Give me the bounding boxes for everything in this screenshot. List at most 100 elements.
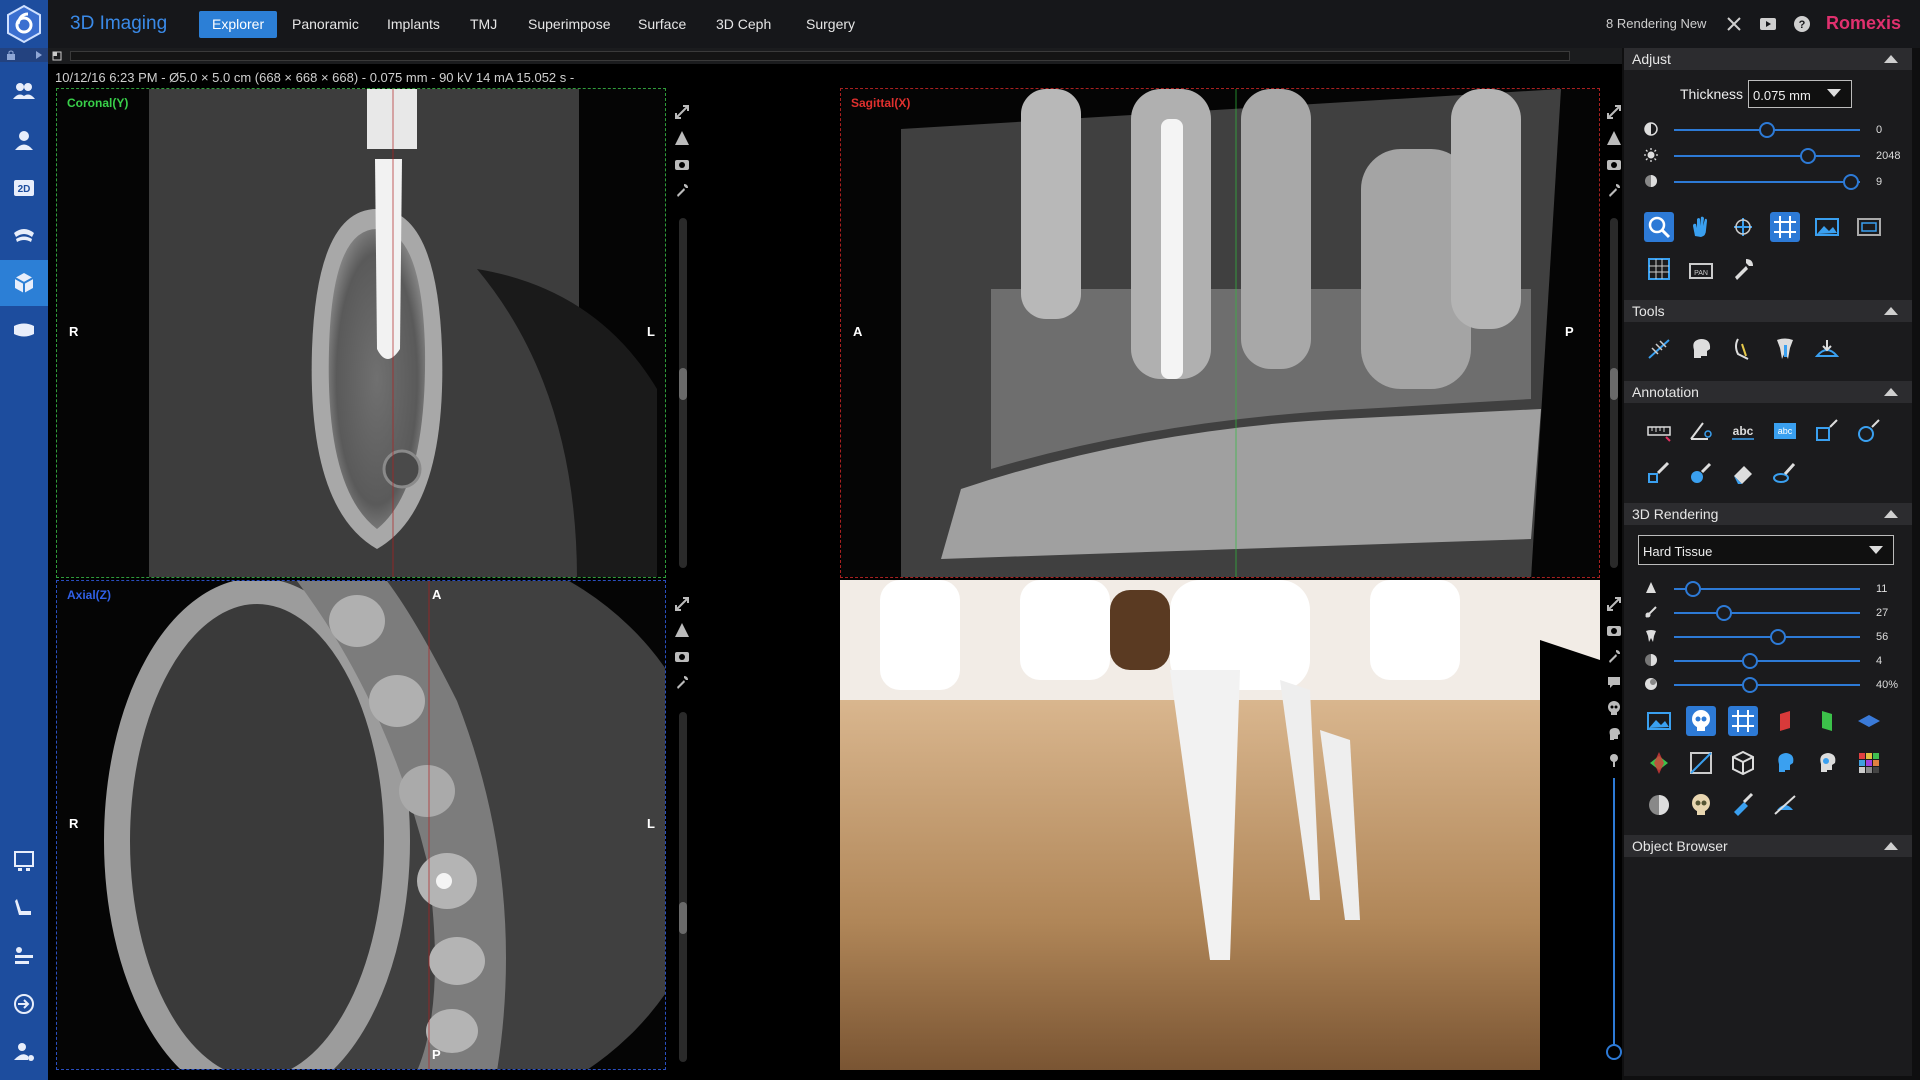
crosshair-tool-button[interactable] [1770,212,1800,242]
rendering-section-header[interactable]: 3D Rendering [1624,503,1912,525]
3d-render-view[interactable] [840,580,1600,1070]
sidebar-item-2d[interactable]: 2D [0,165,48,211]
warning-icon[interactable] [674,622,690,638]
layout-icon[interactable] [52,51,62,61]
tab-surface[interactable]: Surface [625,11,699,38]
speech-bubble-icon[interactable] [1606,674,1622,690]
render-palette-button[interactable] [1854,748,1884,778]
tools-section-header[interactable]: Tools [1624,300,1912,322]
settings-tool-button[interactable] [1728,254,1758,284]
sharpen-slider-knob[interactable] [1842,174,1859,190]
tab-explorer[interactable]: Explorer [199,11,278,38]
sidebar-item-user-settings[interactable] [0,1029,48,1075]
camera-icon[interactable] [1606,156,1622,172]
axial-slice-scrollbar[interactable] [679,712,687,1062]
camera-icon[interactable] [1606,622,1622,638]
render-tooth-slider[interactable]: 56 [1644,627,1904,647]
render-scalpel-button[interactable] [1728,790,1758,820]
skull-icon[interactable] [1606,700,1622,716]
render-red-plane-button[interactable] [1770,706,1800,736]
tab-panoramic[interactable]: Panoramic [279,11,372,38]
wrench-icon[interactable] [674,182,690,198]
maximize-icon[interactable] [674,596,690,612]
sidebar-item-patient-info[interactable] [0,117,48,163]
sidebar-item-face[interactable] [0,307,48,353]
render-transparency-track[interactable] [1674,684,1860,686]
close-icon[interactable] [1724,14,1744,34]
circle-button[interactable] [1854,416,1884,446]
tab-implants[interactable]: Implants [374,11,453,38]
eraser-button[interactable] [1728,458,1758,488]
render-tooth-knob[interactable] [1770,629,1787,645]
sidebar-item-3d[interactable] [0,260,48,306]
brightness-slider[interactable]: 2048 [1644,146,1904,166]
tab-3d-ceph[interactable]: 3D Ceph [703,11,784,38]
brightness-slider-track[interactable] [1674,155,1860,157]
marker-button[interactable] [1686,458,1716,488]
thickness-dropdown[interactable]: 0.075 mm [1748,80,1852,108]
collapse-arrow-icon[interactable] [1884,842,1898,850]
render-skull-color-button[interactable] [1686,790,1716,820]
rectangle-button[interactable] [1812,416,1842,446]
rotate-tool-button[interactable] [1728,212,1758,242]
sidebar-item-import[interactable] [0,981,48,1027]
text-annotation-button[interactable]: abc [1728,416,1758,446]
camera-icon[interactable] [674,156,690,172]
sagittal-scroll-thumb[interactable] [1610,368,1618,400]
render-axes-button[interactable] [1644,748,1674,778]
head-profile-icon[interactable] [1606,726,1622,742]
tab-surgery[interactable]: Surgery [793,11,868,38]
camera-icon[interactable] [674,648,690,664]
frame-tool-button[interactable] [1854,212,1884,242]
slice-scroll-bar[interactable] [70,51,1570,61]
wrench-icon[interactable] [1606,182,1622,198]
freehand-button[interactable] [1644,458,1674,488]
video-icon[interactable] [1758,14,1778,34]
lock-icon[interactable] [6,50,16,60]
rendering-preset-dropdown[interactable]: Hard Tissue [1638,535,1894,565]
render-face-button[interactable] [1770,748,1800,778]
zoom-tool-button[interactable] [1644,212,1674,242]
render-half-skull-button[interactable] [1644,790,1674,820]
clear-annotations-button[interactable] [1770,458,1800,488]
surface-tool-button[interactable] [1812,334,1842,364]
render-opacity-slider[interactable]: 11 [1644,579,1904,599]
sagittal-slice-scrollbar[interactable] [1610,218,1618,568]
render-texture-slider[interactable]: 4 [1644,651,1904,671]
maximize-icon[interactable] [674,104,690,120]
expand-arrow-icon[interactable] [34,50,44,60]
sidebar-item-patients[interactable] [0,68,48,114]
panoramic-tool-button[interactable]: PAN [1686,254,1716,284]
implant-tool-button[interactable] [1770,334,1800,364]
coronal-slice-scrollbar[interactable] [679,218,687,568]
angle-button[interactable] [1686,416,1716,446]
render-texture-knob[interactable] [1742,653,1759,669]
image-tool-button[interactable] [1812,212,1842,242]
sidebar-item-chair[interactable] [0,885,48,931]
render-grid-button[interactable] [1728,706,1758,736]
render-transparency-slider[interactable]: 40% [1644,675,1904,695]
annotation-section-header[interactable]: Annotation [1624,381,1912,403]
text-box-button[interactable]: abc [1770,416,1800,446]
sidebar-item-dental-chart[interactable] [0,212,48,258]
collapse-arrow-icon[interactable] [1884,55,1898,63]
sagittal-view[interactable]: Sagittal(X) A P [840,88,1600,578]
render-skull-button[interactable] [1686,706,1716,736]
axial-view[interactable]: Axial(Z) R L A P [56,580,666,1070]
render-cube-button[interactable] [1728,748,1758,778]
zoom-slider-knob[interactable] [1606,1044,1622,1060]
sidebar-item-gallery[interactable] [0,838,48,884]
airway-tool-button[interactable] [1686,334,1716,364]
render-threshold-slider[interactable]: 27 [1644,603,1904,623]
zoom-slider-track[interactable] [1613,778,1615,1048]
render-clip-button[interactable] [1686,748,1716,778]
render-threshold-knob[interactable] [1716,605,1733,621]
collapse-arrow-icon[interactable] [1884,510,1898,518]
ruler-button[interactable] [1644,416,1674,446]
contrast-slider[interactable]: 0 [1644,120,1904,140]
render-threshold-track[interactable] [1674,612,1860,614]
render-tooth-track[interactable] [1674,636,1860,638]
object-browser-section-header[interactable]: Object Browser [1624,835,1912,857]
sharpen-slider-track[interactable] [1674,181,1860,183]
tab-superimpose[interactable]: Superimpose [515,11,624,38]
